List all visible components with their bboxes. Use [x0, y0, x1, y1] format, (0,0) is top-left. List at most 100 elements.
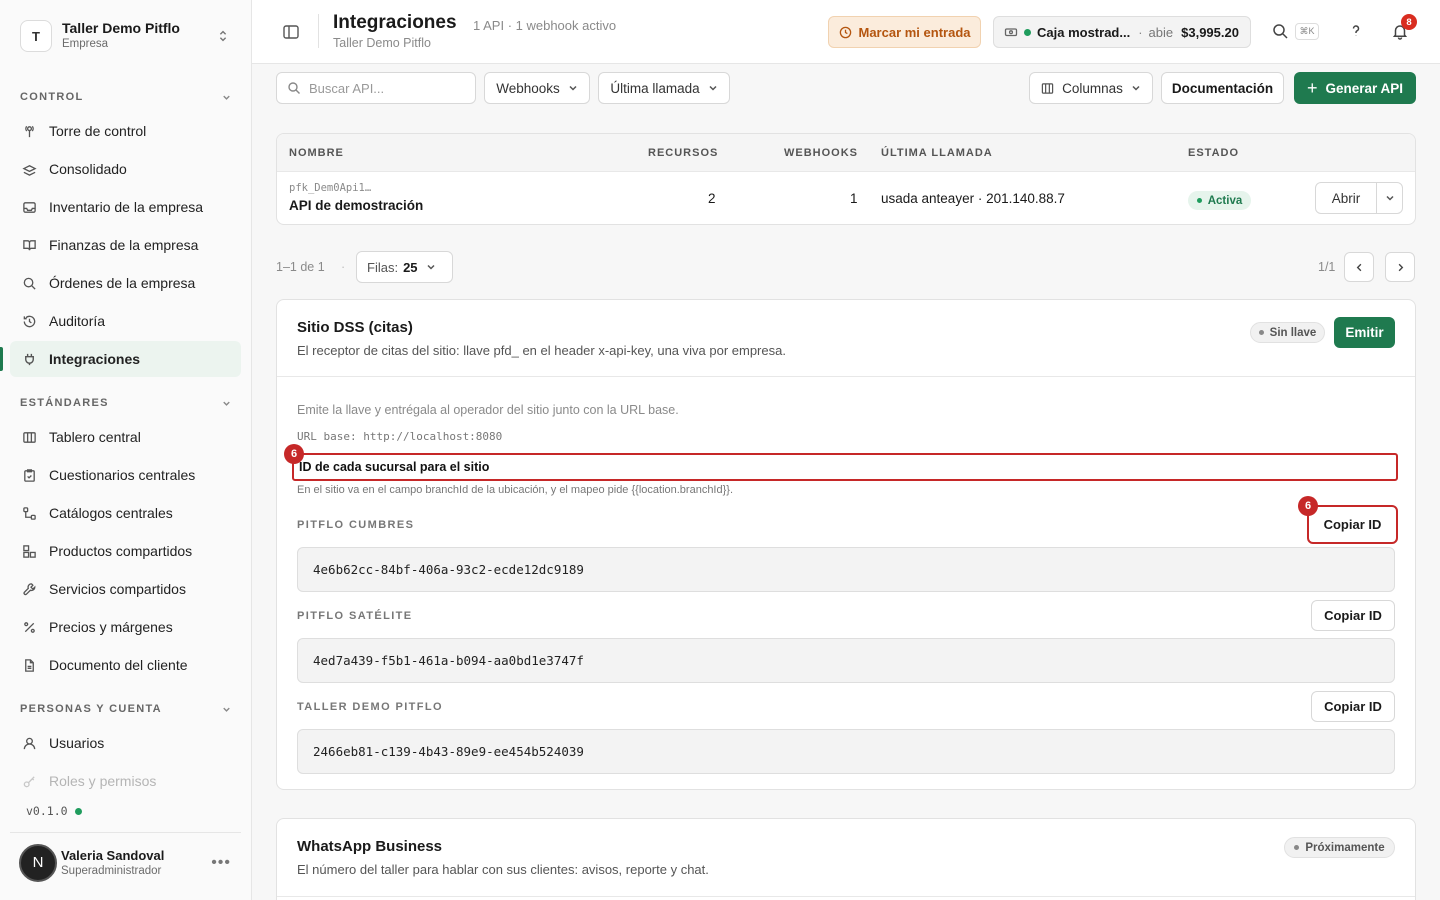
section-control[interactable]: CONTROL — [20, 87, 232, 107]
webhooks-filter-dropdown[interactable]: Webhooks — [484, 72, 590, 104]
emit-key-button[interactable]: Emitir — [1334, 317, 1395, 348]
coming-soon-badge: Próximamente — [1284, 837, 1395, 858]
shortcut-hint: ⌘K — [1295, 23, 1319, 40]
register-icon — [1004, 28, 1018, 37]
sidebar-item-precios[interactable]: Precios y márgenes — [10, 609, 241, 645]
section-personas[interactable]: PERSONAS Y CUENTA — [20, 699, 232, 719]
clock-icon — [839, 26, 851, 38]
wrench-icon — [23, 582, 36, 595]
rows-per-page-select[interactable]: Filas: 25 — [356, 251, 453, 283]
online-status-dot — [74, 807, 82, 815]
main-content: Integraciones 1 API · 1 webhook activo T… — [252, 0, 1440, 900]
plug-icon — [25, 353, 34, 365]
sidebar-toggle-icon[interactable] — [282, 23, 300, 41]
sidebar-item-consolidado[interactable]: Consolidado — [10, 151, 241, 187]
card-title: Sitio DSS (citas) — [297, 319, 413, 336]
open-button[interactable]: Abrir — [1316, 183, 1377, 213]
sidebar-item-productos[interactable]: Productos compartidos — [10, 533, 241, 569]
api-table: NOMBRE RECURSOS WEBHOOKS ÚLTIMA LLAMADA … — [276, 133, 1416, 225]
last-call-filter-dropdown[interactable]: Última llamada — [598, 72, 730, 104]
sidebar-item-inventario[interactable]: Inventario de la empresa — [10, 189, 241, 225]
clock-in-button[interactable]: Marcar mi entrada — [828, 16, 981, 48]
sidebar-item-auditoria[interactable]: Auditoría — [10, 303, 241, 339]
search-input[interactable]: Buscar API... — [276, 72, 476, 104]
sidebar-item-torre-de-control[interactable]: Torre de control — [10, 113, 241, 149]
sidebar-item-servicios[interactable]: Servicios compartidos — [10, 571, 241, 607]
chevron-left-icon — [1356, 263, 1361, 271]
toolbar: Buscar API... Webhooks Última llamada Co… — [252, 64, 1440, 114]
user-role: Superadministrador — [61, 865, 162, 877]
card-description: El número del taller para hablar con sus… — [297, 862, 709, 877]
sidebar-item-tablero-central[interactable]: Tablero central — [10, 419, 241, 455]
branch-ids-heading: ID de cada sucursal para el sitio — [292, 453, 1398, 481]
register-name: Caja mostrad... — [1037, 24, 1131, 40]
search-icon — [23, 277, 36, 290]
chevron-right-icon — [1398, 263, 1403, 271]
row-actions: Abrir — [1315, 182, 1403, 214]
chevron-down-icon — [569, 85, 577, 91]
sidebar-item-documento[interactable]: Documento del cliente — [10, 647, 241, 683]
sidebar-item-cuestionarios[interactable]: Cuestionarios centrales — [10, 457, 241, 493]
workspace-logo: T — [20, 20, 52, 52]
status-dot — [1196, 198, 1202, 203]
register-amount: $3,995.20 — [1181, 24, 1239, 40]
api-key-prefix: pfk_Dem0Api1… — [289, 182, 372, 194]
documentation-button[interactable]: Documentación — [1161, 72, 1284, 104]
base-url: URL base: http://localhost:8080 — [297, 430, 503, 443]
page-summary: 1 API · 1 webhook activo — [473, 18, 617, 33]
inbox-icon — [23, 201, 36, 213]
columns-icon — [23, 431, 36, 443]
sidebar-item-usuarios[interactable]: Usuarios — [10, 725, 241, 761]
register-status: abie — [1148, 24, 1174, 40]
help-icon[interactable] — [1347, 22, 1365, 40]
generate-api-button[interactable]: + Generar API — [1294, 72, 1416, 104]
section-estandares[interactable]: ESTÁNDARES — [20, 393, 232, 413]
user-icon — [23, 737, 36, 749]
branch-id-field[interactable]: 2466eb81-c139-4b43-89e9-ee454b524039 — [297, 729, 1395, 774]
chevron-down-icon — [223, 95, 230, 100]
col-header-nombre[interactable]: NOMBRE — [289, 147, 344, 159]
top-bar: Integraciones 1 API · 1 webhook activo T… — [252, 0, 1440, 64]
page-count: 1/1 — [1318, 260, 1336, 274]
branch-id-field[interactable]: 4ed7a439-f5b1-461a-b094-aa0bd1e3747f — [297, 638, 1395, 683]
col-header-estado[interactable]: ESTADO — [1188, 147, 1239, 159]
branch-label: PITFLO CUMBRES — [297, 519, 415, 531]
title-divider — [318, 14, 319, 48]
search-icon[interactable] — [1271, 22, 1289, 40]
cash-register-selector[interactable]: Caja mostrad... · abie $3,995.20 — [993, 16, 1251, 48]
page-title: Integraciones — [333, 12, 457, 33]
col-header-ultima-llamada[interactable]: ÚLTIMA LLAMADA — [881, 147, 993, 159]
copy-id-button[interactable]: Copiar ID — [1311, 600, 1395, 631]
col-header-recursos[interactable]: RECURSOS — [648, 147, 718, 159]
card-divider — [277, 896, 1415, 897]
columns-dropdown[interactable]: Columnas — [1029, 72, 1153, 104]
sidebar: T Taller Demo Pitflo Empresa CONTROL Tor… — [0, 0, 252, 900]
sidebar-item-ordenes[interactable]: Órdenes de la empresa — [10, 265, 241, 301]
workspace-switcher[interactable]: T Taller Demo Pitflo Empresa — [20, 18, 240, 54]
chevron-updown-icon — [219, 30, 227, 42]
table-header: NOMBRE RECURSOS WEBHOOKS ÚLTIMA LLAMADA … — [277, 134, 1415, 172]
branch-id-field[interactable]: 4e6b62cc-84bf-406a-93c2-ecde12dc9189 — [297, 547, 1395, 592]
row-actions-dropdown[interactable] — [1377, 183, 1402, 213]
col-header-webhooks[interactable]: WEBHOOKS — [784, 147, 858, 159]
sidebar-item-catalogos[interactable]: Catálogos centrales — [10, 495, 241, 531]
workspace-name: Taller Demo Pitflo — [62, 20, 180, 36]
next-page-button[interactable] — [1385, 252, 1415, 282]
key-icon — [23, 775, 35, 787]
copy-id-button[interactable]: Copiar ID — [1307, 505, 1398, 544]
copy-id-button[interactable]: Copiar ID — [1311, 691, 1395, 722]
card-title: WhatsApp Business — [297, 838, 443, 855]
more-icon[interactable]: ••• — [211, 854, 231, 872]
boxes-icon — [23, 544, 36, 558]
sidebar-item-roles[interactable]: Roles y permisos — [10, 763, 241, 799]
tower-icon — [25, 125, 34, 137]
no-key-badge: Sin llave — [1250, 322, 1325, 343]
user-menu[interactable]: N Valeria Sandoval Superadministrador ••… — [10, 832, 241, 892]
tree-icon — [23, 506, 36, 520]
app-version: v0.1.0 — [26, 804, 82, 818]
sidebar-item-integraciones[interactable]: Integraciones — [0, 341, 241, 377]
status-badge: Activa — [1188, 191, 1251, 210]
card-description: El receptor de citas del sitio: llave pf… — [297, 343, 786, 358]
prev-page-button[interactable] — [1344, 252, 1374, 282]
sidebar-item-finanzas[interactable]: Finanzas de la empresa — [10, 227, 241, 263]
